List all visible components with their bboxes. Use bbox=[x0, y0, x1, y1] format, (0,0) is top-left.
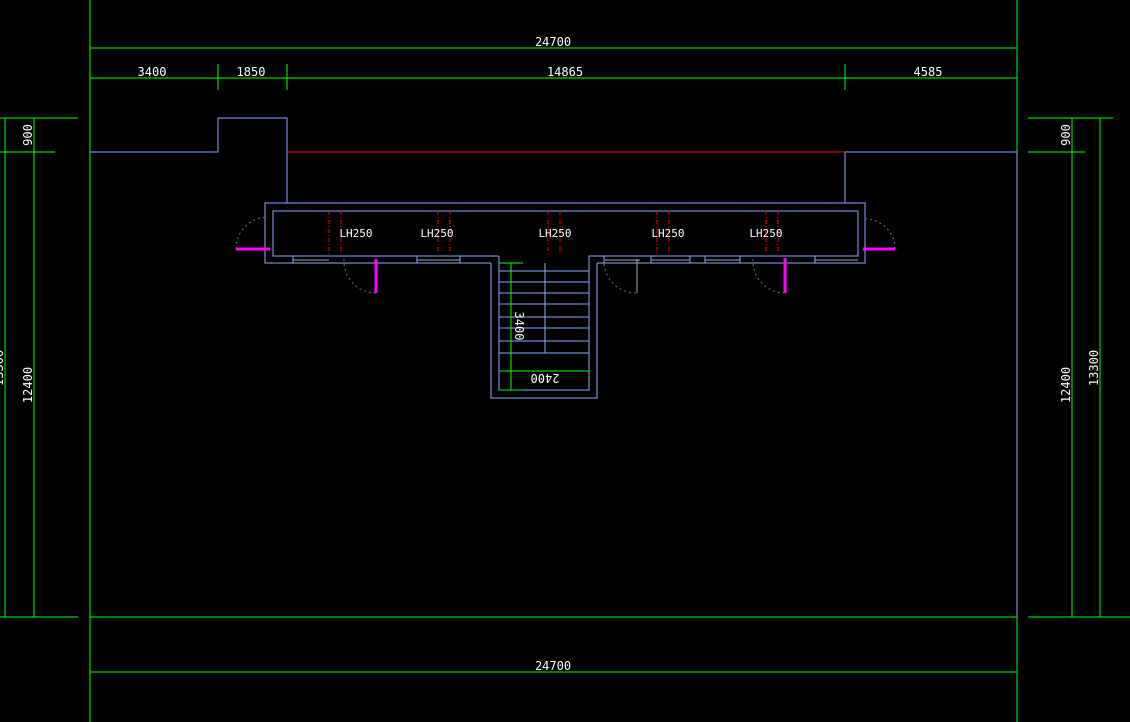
dimension-lines bbox=[0, 0, 1130, 722]
label-lh250-3: LH250 bbox=[538, 227, 571, 240]
dim-stair-length: 3400 bbox=[512, 312, 526, 341]
dim-left-top: 900 bbox=[21, 124, 35, 146]
dim-right-top: 900 bbox=[1059, 124, 1073, 146]
dim-top-total: 24700 bbox=[535, 35, 571, 49]
dim-right-middle: 12400 bbox=[1059, 367, 1073, 403]
dim-left-middle: 12400 bbox=[21, 367, 35, 403]
dim-left-overall: 13300 bbox=[0, 350, 6, 386]
dim-top-seg-4: 4585 bbox=[914, 65, 943, 79]
dim-top-seg-3: 14865 bbox=[547, 65, 583, 79]
cad-drawing[interactable]: 24700 3400 1850 14865 4585 24700 900 124… bbox=[0, 0, 1130, 722]
label-lh250-4: LH250 bbox=[651, 227, 684, 240]
dim-top-seg-1: 3400 bbox=[138, 65, 167, 79]
label-lh250-1: LH250 bbox=[339, 227, 372, 240]
label-lh250-2: LH250 bbox=[420, 227, 453, 240]
label-lh250-5: LH250 bbox=[749, 227, 782, 240]
site-outline bbox=[90, 117, 1018, 617]
dim-bottom-total: 24700 bbox=[535, 659, 571, 673]
dim-right-overall: 13300 bbox=[1087, 350, 1101, 386]
windows bbox=[292, 256, 858, 263]
dim-stair-width: 2400 bbox=[531, 371, 560, 385]
dim-top-seg-2: 1850 bbox=[237, 65, 266, 79]
